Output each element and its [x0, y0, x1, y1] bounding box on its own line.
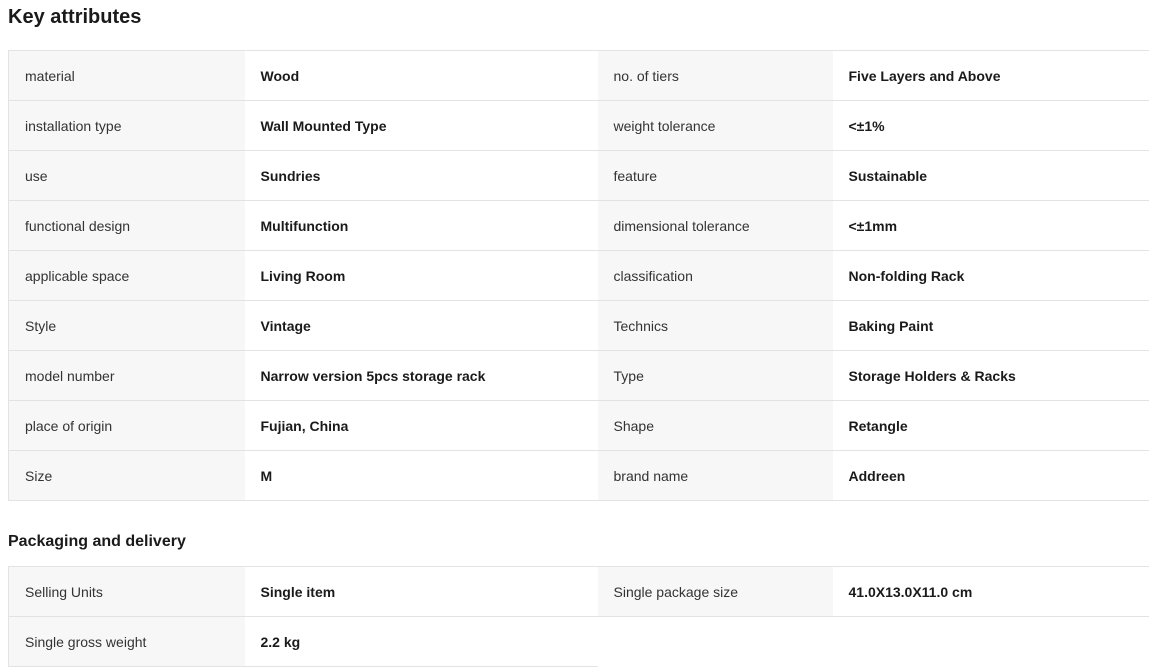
attribute-label: feature [597, 150, 833, 201]
table-row: use Sundries feature Sustainable [8, 150, 1149, 201]
attribute-value: <±1mm [832, 200, 1149, 251]
attribute-value: Non-folding Rack [832, 250, 1149, 301]
attribute-value: Living Room [244, 250, 598, 301]
attribute-label: use [8, 150, 245, 201]
attribute-value: Wood [244, 50, 598, 101]
table-row: place of origin Fujian, China Shape Reta… [8, 400, 1149, 451]
attribute-label: Selling Units [8, 566, 245, 617]
attribute-label: brand name [597, 450, 833, 501]
attribute-label: Size [8, 450, 245, 501]
attribute-label: model number [8, 350, 245, 401]
attribute-label: place of origin [8, 400, 245, 451]
attribute-value: Baking Paint [832, 300, 1149, 351]
attribute-label: Single gross weight [8, 616, 245, 667]
attribute-value: <±1% [832, 100, 1149, 151]
table-row: Single gross weight 2.2 kg [8, 616, 1149, 667]
attribute-value: Retangle [832, 400, 1149, 451]
attribute-value: M [244, 450, 598, 501]
attribute-value: Fujian, China [244, 400, 598, 451]
attribute-label: no. of tiers [597, 50, 833, 101]
attribute-label: installation type [8, 100, 245, 151]
attribute-value: Addreen [832, 450, 1149, 501]
attribute-value: 2.2 kg [244, 616, 598, 667]
attribute-label: Single package size [597, 566, 833, 617]
table-row: Style Vintage Technics Baking Paint [8, 300, 1149, 351]
key-attributes-title: Key attributes [8, 6, 142, 28]
attribute-label: Style [8, 300, 245, 351]
attribute-label: Shape [597, 400, 833, 451]
table-row: installation type Wall Mounted Type weig… [8, 100, 1149, 151]
table-row: material Wood no. of tiers Five Layers a… [8, 50, 1149, 101]
attribute-value: Five Layers and Above [832, 50, 1149, 101]
attribute-value: Multifunction [244, 200, 598, 251]
attribute-value: 41.0X13.0X11.0 cm [832, 566, 1149, 617]
attribute-value: Single item [244, 566, 598, 617]
attribute-value: Sustainable [832, 150, 1149, 201]
attribute-value: Wall Mounted Type [244, 100, 598, 151]
attribute-value: Narrow version 5pcs storage rack [244, 350, 598, 401]
attribute-label: functional design [8, 200, 245, 251]
attribute-label: material [8, 50, 245, 101]
attribute-label: dimensional tolerance [597, 200, 833, 251]
attribute-value: Vintage [244, 300, 598, 351]
attribute-label: classification [597, 250, 833, 301]
table-row: applicable space Living Room classificat… [8, 250, 1149, 301]
attribute-label: Technics [597, 300, 833, 351]
table-row: model number Narrow version 5pcs storage… [8, 350, 1149, 401]
table-row: Size M brand name Addreen [8, 450, 1149, 501]
table-row: Selling Units Single item Single package… [8, 566, 1149, 617]
attribute-label: weight tolerance [597, 100, 833, 151]
attribute-value: Storage Holders & Racks [832, 350, 1149, 401]
table-row: functional design Multifunction dimensio… [8, 200, 1149, 251]
attribute-label: applicable space [8, 250, 245, 301]
attribute-label: Type [597, 350, 833, 401]
attribute-value: Sundries [244, 150, 598, 201]
key-attributes-table: material Wood no. of tiers Five Layers a… [8, 50, 1149, 501]
packaging-delivery-title: Packaging and delivery [8, 533, 186, 550]
packaging-delivery-table: Selling Units Single item Single package… [8, 566, 1149, 667]
